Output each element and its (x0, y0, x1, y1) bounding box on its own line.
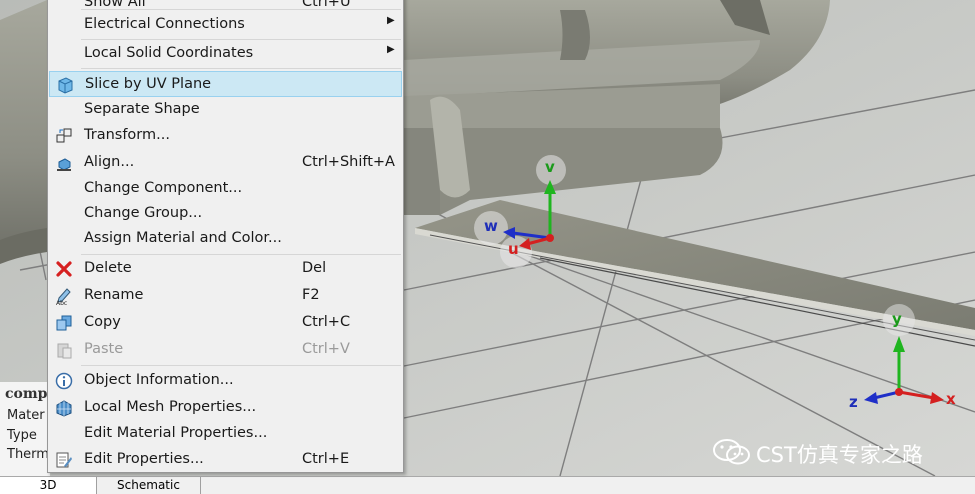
mesh-icon (55, 399, 73, 417)
menu-item-shortcut: Ctrl+V (302, 341, 350, 357)
w-axis-label: w (484, 217, 498, 235)
menu-item-label: Rename (84, 287, 144, 303)
menu-item-separate-shape[interactable]: Separate Shape (49, 97, 402, 123)
view-tab-bar: 3D Schematic (0, 476, 975, 494)
menu-item-label: Delete (84, 260, 132, 276)
transform-icon (55, 127, 73, 145)
menu-item-shortcut: Ctrl+Shift+A (302, 154, 395, 170)
menu-item-label: Electrical Connections (84, 16, 245, 32)
menu-item-slice-by-uv-plane[interactable]: Slice by UV Plane (49, 71, 402, 97)
delete-icon (55, 260, 73, 278)
menu-item-electrical-connections[interactable]: Electrical Connections ▶ (49, 12, 402, 38)
menu-item-copy[interactable]: Copy Ctrl+C (49, 310, 402, 336)
menu-item-change-component[interactable]: Change Component... (49, 176, 402, 202)
menu-item-shortcut: Del (302, 260, 327, 276)
menu-item-label: Separate Shape (84, 101, 200, 117)
property-material: Mater (7, 408, 45, 423)
menu-item-shortcut: Ctrl+E (302, 451, 350, 467)
menu-item-label: Object Information... (84, 372, 234, 388)
menu-item-local-solid-coordinates[interactable]: Local Solid Coordinates ▶ (49, 41, 402, 67)
wechat-icon (712, 437, 752, 471)
context-menu: Show All Ctrl+U Electrical Connections ▶… (47, 0, 404, 473)
menu-item-assign-material-and-color[interactable]: Assign Material and Color... (49, 226, 402, 252)
menu-item-label: Local Solid Coordinates (84, 45, 254, 61)
menu-item-label: Transform... (84, 127, 170, 143)
slice-icon (56, 76, 74, 94)
property-thermal: Therm (7, 447, 49, 462)
menu-item-transform[interactable]: Transform... (49, 123, 402, 149)
align-icon (55, 154, 73, 172)
menu-item-change-group[interactable]: Change Group... (49, 201, 402, 227)
menu-item-shortcut: Ctrl+C (302, 314, 351, 330)
menu-item-label: Change Component... (84, 180, 243, 196)
menu-separator (81, 9, 401, 10)
u-axis-label: u (508, 240, 519, 258)
submenu-arrow-icon: ▶ (387, 15, 395, 26)
menu-item-local-mesh-properties[interactable]: Local Mesh Properties... (49, 395, 402, 421)
v-axis-label: v (545, 158, 555, 176)
hull-left (0, 0, 47, 264)
menu-item-object-information[interactable]: Object Information... (49, 368, 402, 394)
menu-item-shortcut: F2 (302, 287, 320, 303)
paste-icon (55, 341, 73, 359)
menu-item-label: Copy (84, 314, 121, 330)
menu-item-label: Paste (84, 341, 124, 357)
menu-item-label: Align... (84, 154, 135, 170)
menu-item-edit-properties[interactable]: Edit Properties... Ctrl+E (49, 447, 402, 473)
y-axis-label: y (892, 310, 902, 328)
x-axis-label: x (946, 390, 956, 408)
menu-item-paste: Paste Ctrl+V (49, 337, 402, 363)
menu-item-label: Edit Material Properties... (84, 425, 268, 441)
tab-schematic[interactable]: Schematic (97, 477, 201, 494)
rename-icon: Abc (55, 287, 73, 307)
menu-separator (81, 39, 401, 40)
menu-item-label: Edit Properties... (84, 451, 204, 467)
menu-item-delete[interactable]: Delete Del (49, 256, 402, 282)
menu-separator (81, 254, 401, 255)
property-type: Type (7, 428, 37, 443)
menu-item-label: Assign Material and Color... (84, 230, 282, 246)
copy-icon (55, 314, 73, 332)
svg-text:Abc: Abc (56, 300, 67, 305)
properties-panel: compo Mater Type Therm (0, 382, 57, 476)
info-icon (55, 372, 73, 390)
menu-item-rename[interactable]: Abc Rename F2 (49, 283, 402, 309)
menu-item-label: Local Mesh Properties... (84, 399, 257, 415)
z-axis-label: z (849, 393, 858, 411)
menu-separator (81, 68, 401, 69)
menu-item-label: Change Group... (84, 205, 203, 221)
menu-item-align[interactable]: Align... Ctrl+Shift+A (49, 150, 402, 176)
watermark-text: CST仿真专家之路 (756, 443, 923, 467)
submenu-arrow-icon: ▶ (387, 44, 395, 55)
edit-properties-icon (55, 451, 73, 469)
menu-item-edit-material-properties[interactable]: Edit Material Properties... (49, 421, 402, 447)
menu-separator (81, 365, 401, 366)
tab-3d[interactable]: 3D (0, 477, 97, 494)
menu-item-label: Slice by UV Plane (85, 76, 212, 92)
